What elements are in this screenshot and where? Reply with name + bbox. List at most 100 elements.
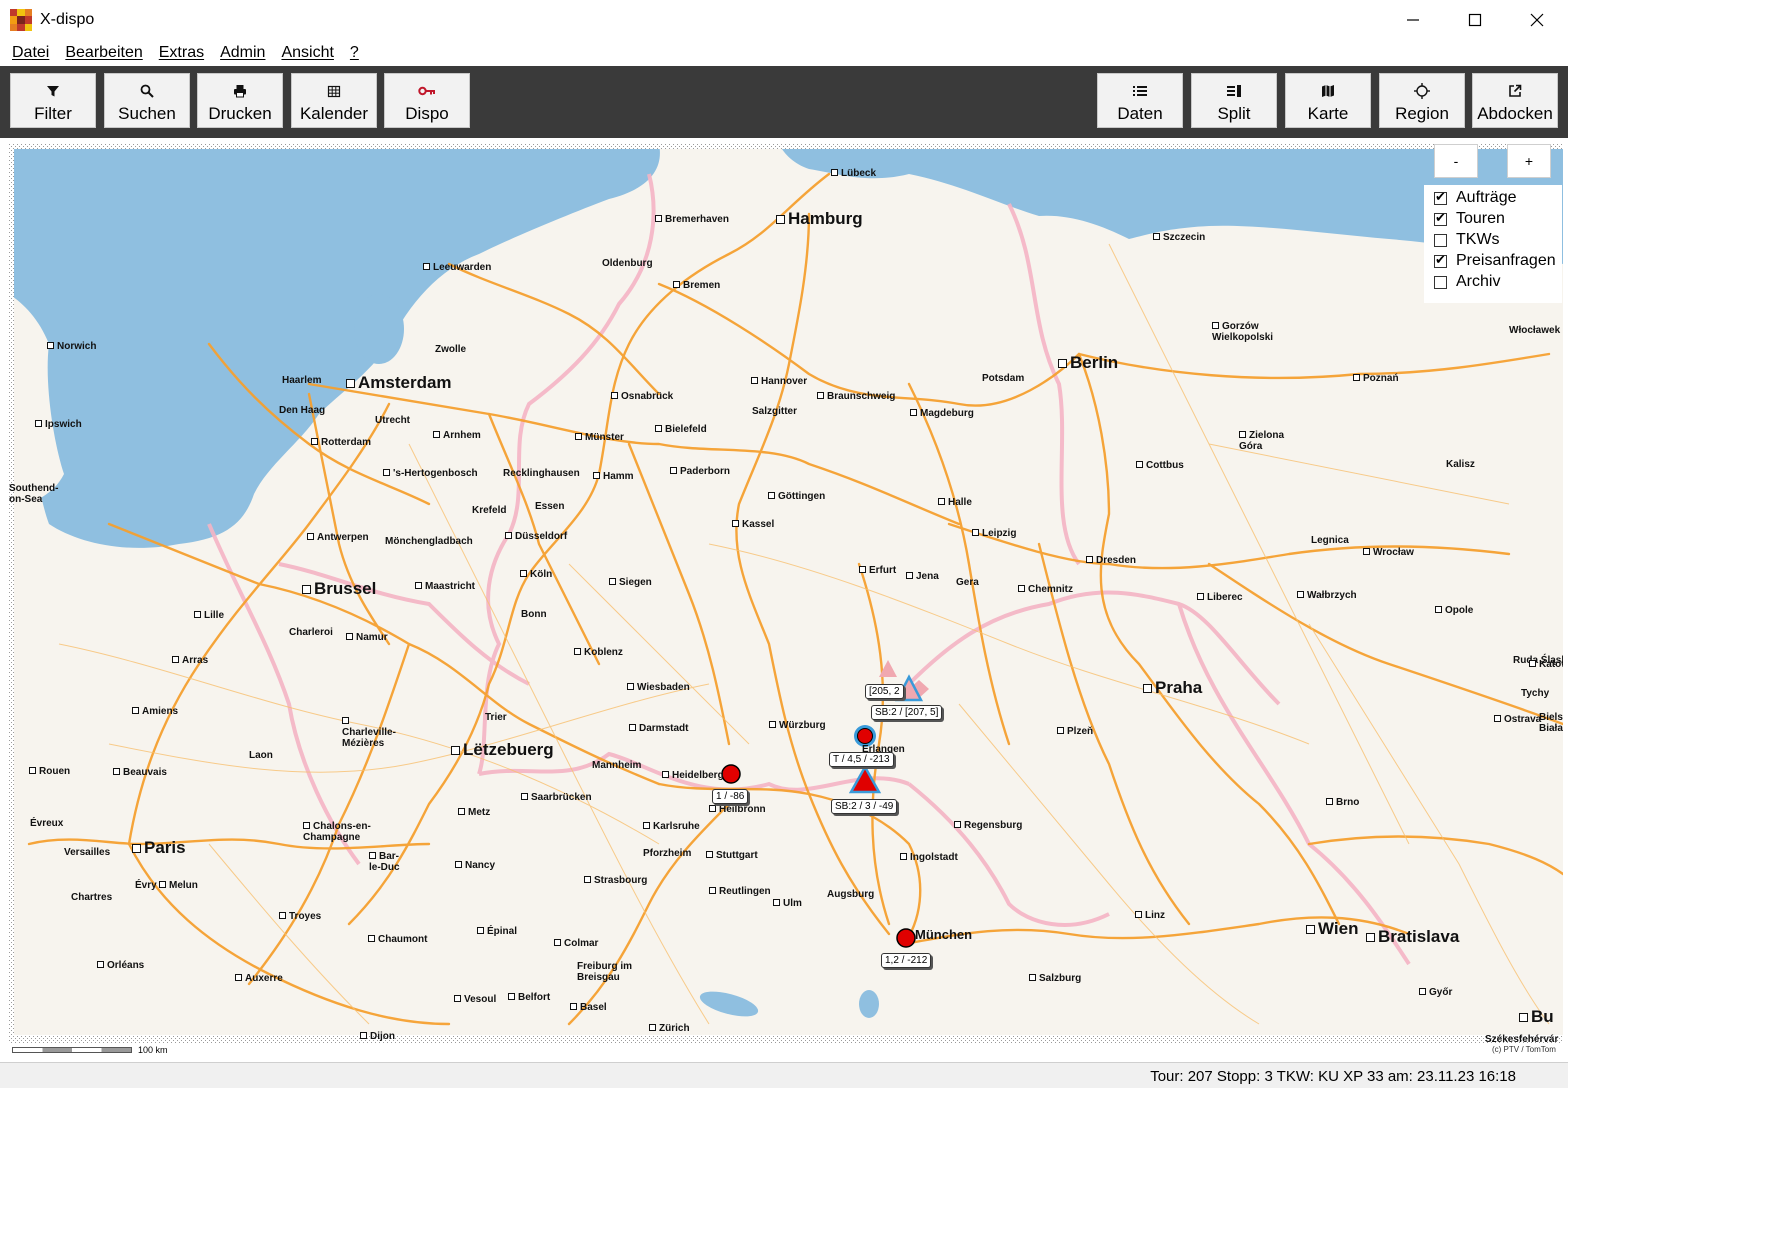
city-label: Melun bbox=[159, 880, 198, 891]
city-label: Chartres bbox=[71, 892, 113, 903]
city-label: Strasbourg bbox=[584, 875, 647, 886]
city-label: Legnica bbox=[1311, 535, 1349, 546]
layer-preisanfragen-checkbox[interactable] bbox=[1434, 252, 1447, 268]
menu-help[interactable]: ? bbox=[342, 44, 367, 62]
region-label: Region bbox=[1395, 104, 1449, 123]
city-label: Zwolle bbox=[435, 344, 467, 355]
marker-label[interactable]: 1,2 / -212 bbox=[881, 953, 932, 968]
city-label: Arnhem bbox=[433, 430, 481, 441]
undock-label: Abdocken bbox=[1477, 104, 1553, 123]
city-label: Regensburg bbox=[954, 820, 1022, 831]
city-label: Koblenz bbox=[574, 647, 623, 658]
marker-label[interactable]: SB:2 / 3 / -49 bbox=[831, 799, 898, 814]
city-label: Trier bbox=[485, 712, 507, 723]
layer-archiv-checkbox[interactable] bbox=[1434, 275, 1447, 289]
city-label: Colmar bbox=[554, 938, 598, 949]
marker-label[interactable]: 1 / -86 bbox=[712, 789, 749, 804]
zoom-in-button[interactable]: + bbox=[1507, 144, 1551, 178]
city-label: Metz bbox=[458, 807, 490, 818]
city-label: Paderborn bbox=[670, 466, 730, 477]
city-label: Lëtzebuerg bbox=[451, 740, 554, 759]
title-bar: X-dispo bbox=[0, 0, 1568, 40]
layer-auftraege-label: Aufträge bbox=[1456, 189, 1517, 206]
scale-bar bbox=[12, 1047, 132, 1053]
city-label: Rouen bbox=[29, 766, 70, 777]
menu-ansicht[interactable]: Ansicht bbox=[273, 44, 341, 62]
split-label: Split bbox=[1217, 104, 1251, 123]
city-label: Włocławek bbox=[1509, 325, 1561, 336]
zoom-out-button[interactable]: - bbox=[1434, 144, 1478, 178]
layer-preisanfragen[interactable]: Preisanfragen bbox=[1434, 252, 1556, 270]
layer-panel: Aufträge Touren TKWs Preisanfragen Archi… bbox=[1424, 185, 1562, 303]
order-marker-heilbronn[interactable] bbox=[721, 764, 741, 784]
city-label: Dresden bbox=[1086, 555, 1136, 566]
split-button[interactable]: Split bbox=[1191, 73, 1277, 128]
filter-button[interactable]: Filter bbox=[10, 73, 96, 128]
maximize-button[interactable] bbox=[1444, 0, 1506, 40]
map-copyright: (c) PTV / TomTom bbox=[1492, 1045, 1556, 1054]
undock-button[interactable]: Abdocken bbox=[1472, 73, 1558, 128]
city-label: Kalisz bbox=[1446, 459, 1475, 470]
maximize-icon bbox=[1468, 13, 1482, 27]
data-label: Daten bbox=[1117, 104, 1163, 123]
menu-bearbeiten[interactable]: Bearbeiten bbox=[57, 44, 150, 62]
map-view[interactable]: Lübeck Hamburg Bremerhaven Szczecin Leeu… bbox=[9, 144, 1563, 1044]
city-label: Beauvais bbox=[113, 767, 167, 778]
marker-label[interactable]: T / 4,5 / -213 bbox=[829, 752, 894, 767]
data-button[interactable]: Daten bbox=[1097, 73, 1183, 128]
split-icon bbox=[1227, 84, 1241, 97]
layer-tkws-checkbox[interactable] bbox=[1434, 233, 1447, 247]
city-label: Düsseldorf bbox=[505, 531, 567, 542]
layer-auftraege[interactable]: Aufträge bbox=[1434, 189, 1516, 207]
close-button[interactable] bbox=[1506, 0, 1568, 40]
toolbar: Filter Suchen Drucken Kalender Dispo Dat… bbox=[0, 66, 1568, 138]
search-label: Suchen bbox=[118, 104, 176, 123]
crosshair-icon bbox=[1414, 83, 1430, 99]
minimize-icon bbox=[1407, 19, 1419, 21]
city-label: Évreux bbox=[30, 818, 64, 829]
layer-tkws[interactable]: TKWs bbox=[1434, 231, 1500, 249]
layer-touren-checkbox[interactable] bbox=[1434, 210, 1447, 226]
app-logo-icon bbox=[10, 9, 32, 31]
city-label: Bielefeld bbox=[655, 424, 707, 435]
city-label: Bremerhaven bbox=[655, 214, 729, 225]
dispo-button[interactable]: Dispo bbox=[384, 73, 470, 128]
city-label: Haarlem bbox=[282, 375, 322, 386]
minimize-button[interactable] bbox=[1382, 0, 1444, 40]
menu-extras[interactable]: Extras bbox=[151, 44, 212, 62]
city-label: Bielsko-Biała bbox=[1539, 712, 1563, 734]
search-button[interactable]: Suchen bbox=[104, 73, 190, 128]
city-label: Norwich bbox=[47, 341, 96, 352]
city-label: Auxerre bbox=[235, 973, 283, 984]
city-label: Karlsruhe bbox=[643, 821, 700, 832]
print-button[interactable]: Drucken bbox=[197, 73, 283, 128]
layer-tkws-label: TKWs bbox=[1456, 231, 1500, 248]
city-label: Bremen bbox=[673, 280, 720, 291]
layer-auftraege-checkbox[interactable] bbox=[1434, 189, 1447, 205]
calendar-button[interactable]: Kalender bbox=[291, 73, 377, 128]
city-label: Leeuwarden bbox=[423, 262, 491, 273]
menu-admin[interactable]: Admin bbox=[212, 44, 273, 62]
dispo-label: Dispo bbox=[405, 104, 449, 123]
city-label: Mannheim bbox=[592, 760, 642, 771]
menu-datei[interactable]: Datei bbox=[4, 44, 57, 62]
city-label: Győr bbox=[1419, 987, 1452, 998]
city-label: Ostrava bbox=[1494, 714, 1541, 725]
city-label: Krefeld bbox=[472, 505, 507, 516]
order-marker-muenchen[interactable] bbox=[896, 928, 916, 948]
map-button[interactable]: Karte bbox=[1285, 73, 1371, 128]
city-label: Bu bbox=[1519, 1007, 1554, 1026]
layer-touren[interactable]: Touren bbox=[1434, 210, 1505, 228]
city-label: Salzburg bbox=[1029, 973, 1081, 984]
region-button[interactable]: Region bbox=[1379, 73, 1465, 128]
menu-bar: Datei Bearbeiten Extras Admin Ansicht ? bbox=[0, 40, 1568, 66]
city-label: Potsdam bbox=[982, 373, 1025, 384]
city-label: Lübeck bbox=[831, 168, 876, 179]
layer-archiv[interactable]: Archiv bbox=[1434, 273, 1500, 291]
print-label: Drucken bbox=[208, 104, 272, 123]
marker-label[interactable]: [205, 2 bbox=[865, 684, 904, 699]
marker-label[interactable]: SB:2 / [207, 5] bbox=[871, 705, 943, 720]
city-label: Heilbronn bbox=[709, 804, 766, 815]
calendar-icon bbox=[327, 85, 341, 98]
city-label: Heidelberg bbox=[662, 770, 724, 781]
